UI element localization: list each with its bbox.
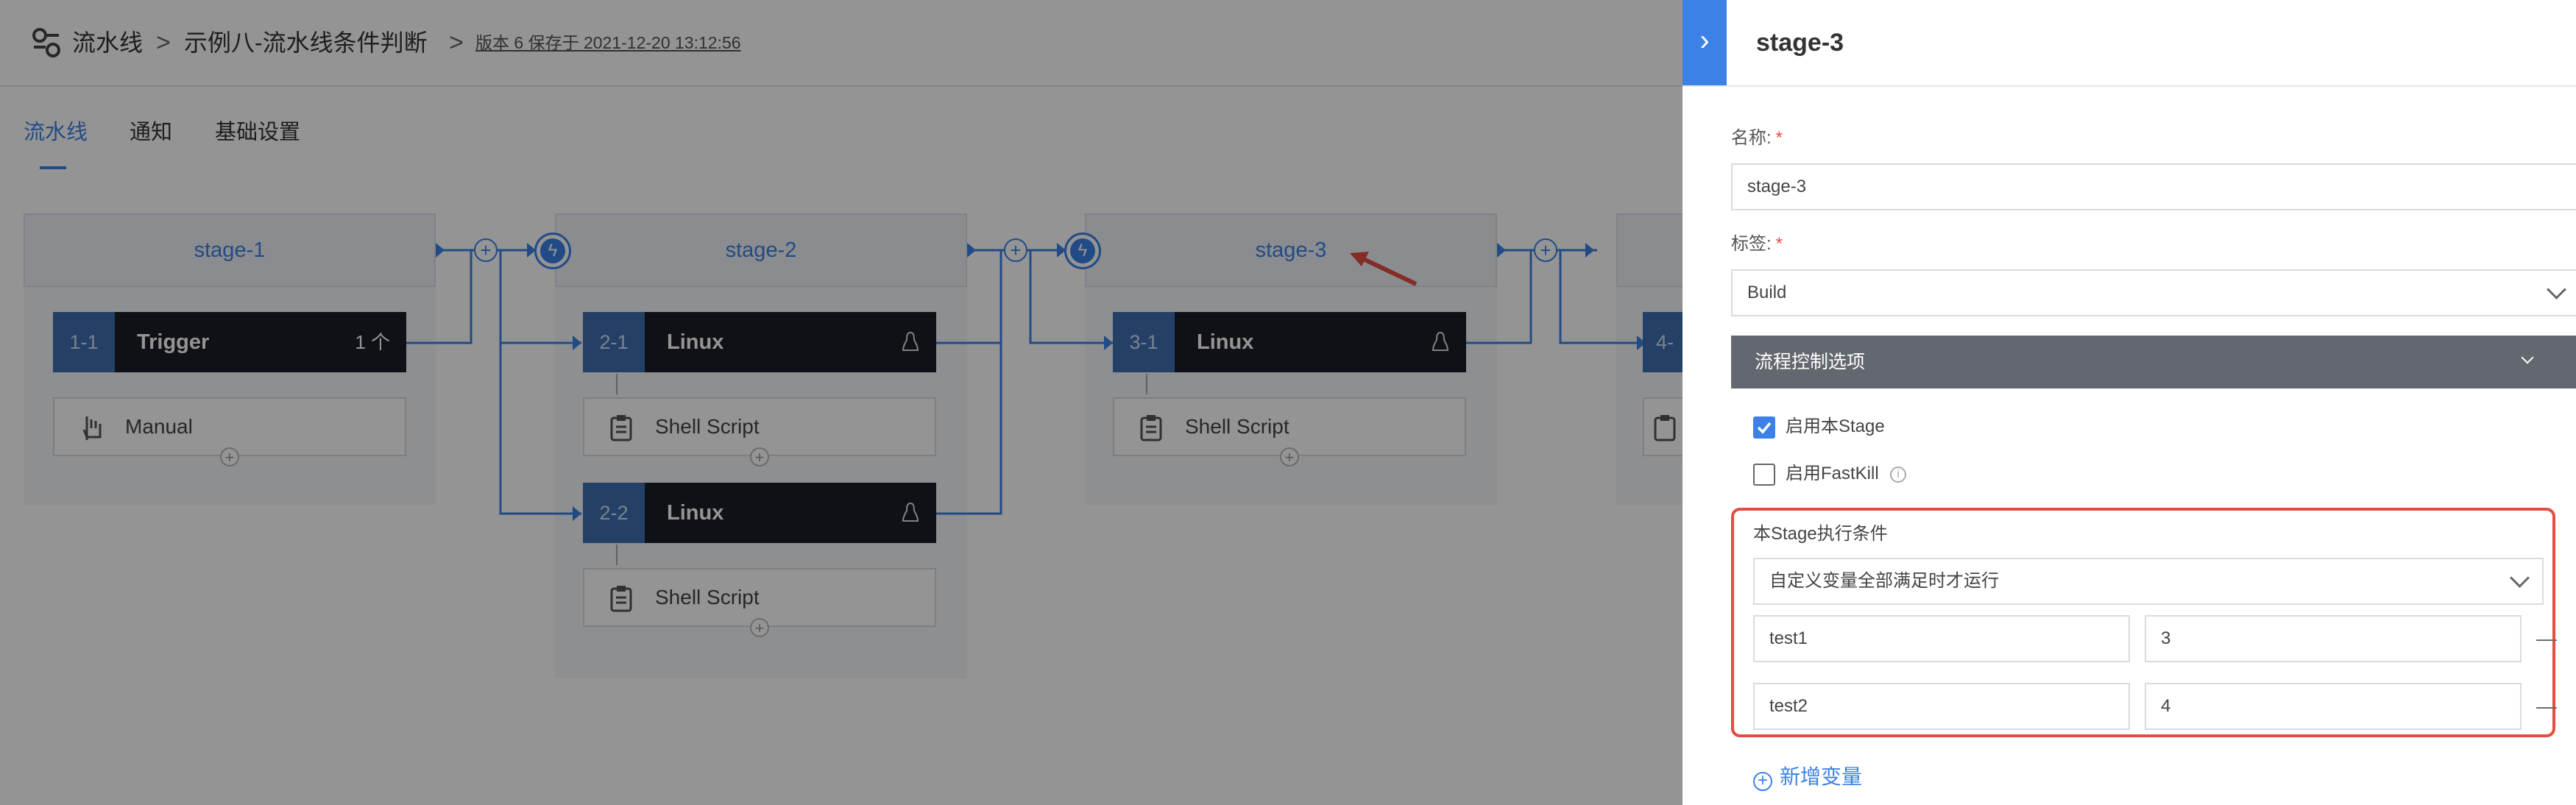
chevron-down-icon [2510,568,2530,588]
enable-fastkill-checkbox[interactable] [1753,464,1775,486]
condition-select[interactable]: 自定义变量全部满足时才运行 [1753,558,2544,605]
panel-title: stage-3 [1756,29,1844,57]
remove-variable-icon[interactable]: — [2536,625,2557,652]
stage-name-input[interactable]: stage-3 [1731,163,2576,210]
condition-select-value: 自定义变量全部满足时才运行 [1769,571,1999,591]
plus-circle-icon: + [1753,772,1772,791]
chevron-down-icon [2547,280,2566,299]
checkmark-icon [1757,422,1772,434]
chevron-down-icon [2521,351,2534,364]
collapse-panel-chevron-icon[interactable]: › [1682,0,1727,85]
modal-backdrop[interactable] [0,0,1682,805]
enable-stage-checkbox[interactable] [1753,416,1775,439]
tag-select[interactable]: Build [1731,269,2576,316]
remove-variable-icon[interactable]: — [2536,693,2557,720]
enable-stage-label: 启用本Stage [1786,416,1885,436]
enable-fastkill-label: 启用FastKill [1786,464,1879,483]
tag-field-label: 标签: * [1731,234,1783,254]
divider [1682,85,2576,87]
add-variable-button[interactable]: + 新增变量 [1753,762,1862,792]
variable-key-input[interactable]: test2 [1753,683,2130,730]
variable-value-input[interactable]: 4 [2145,683,2522,730]
variable-key-input[interactable]: test1 [1753,615,2130,662]
add-variable-label: 新增变量 [1780,765,1863,788]
condition-label: 本Stage执行条件 [1753,524,1888,544]
name-field-label: 名称: * [1731,128,1783,148]
pipeline-editor: 流水线 > 示例八-流水线条件判断 > 版本 6 保存于 2021-12-20 … [0,0,1682,805]
info-icon[interactable]: i [1890,467,1906,483]
flow-control-section-header[interactable]: 流程控制选项 [1731,336,2576,389]
stage-settings-panel: › stage-3 名称: * stage-3 标签: * Build 流程控制选项… [1682,0,2576,805]
tag-select-value: Build [1747,283,1787,302]
section-title: 流程控制选项 [1755,352,1866,372]
variable-value-input[interactable]: 3 [2145,615,2522,662]
